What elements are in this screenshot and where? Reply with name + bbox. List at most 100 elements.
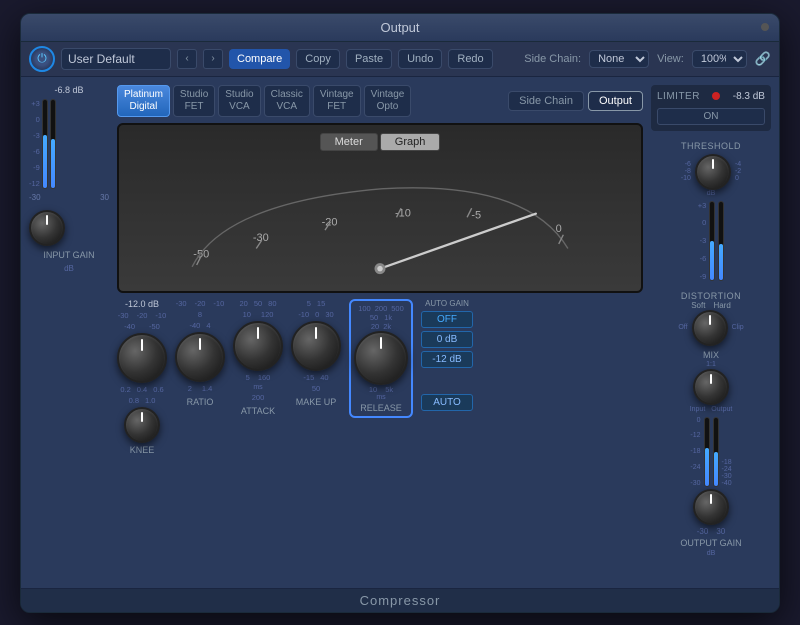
preset-select[interactable]: User Default: [61, 48, 171, 70]
input-scale-left: -30: [29, 193, 41, 202]
dist-hard: Hard: [713, 301, 730, 310]
ratio-scale-top: -30-20-10: [176, 299, 225, 308]
knee-label: KNEE: [130, 445, 155, 455]
copy-button[interactable]: Copy: [296, 49, 340, 69]
makeup-knob[interactable]: [291, 321, 341, 371]
compressor-label: Compressor: [360, 593, 441, 608]
release-scale-top: 100200500: [354, 304, 408, 313]
paste-button[interactable]: Paste: [346, 49, 392, 69]
main-content: -6.8 dB +30-3-6-9-12 -30 30: [21, 77, 779, 588]
input-scale-right: 30: [100, 193, 109, 202]
input-gain-knob[interactable]: [29, 210, 65, 246]
view-select[interactable]: 100%: [692, 50, 747, 68]
toolbar: ⏻ User Default ‹ › Compare Copy Paste Un…: [21, 42, 779, 77]
release-knob[interactable]: [354, 331, 408, 385]
tab-platinum-digital[interactable]: PlatinumDigital: [117, 85, 170, 117]
controls-row: -12.0 dB -30-20-10 -40-50 0.20.40.6 0.81…: [117, 299, 643, 455]
bottom-label: Compressor: [21, 588, 779, 612]
right-fader-1[interactable]: [709, 201, 715, 281]
right-section: LIMITER -8.3 dB ON THRESHOLD -6-8-10 -4-…: [651, 85, 771, 580]
meter-tab-graph[interactable]: Graph: [380, 133, 441, 151]
redo-button[interactable]: Redo: [448, 49, 492, 69]
vu-meter-svg: -50 -30 -20 -10 -5 0: [127, 166, 633, 276]
input-fader-left[interactable]: [42, 99, 48, 189]
threshold-right-knob[interactable]: [695, 154, 731, 190]
input-scale: +30-3-6-9-12: [29, 99, 40, 189]
center-section: PlatinumDigital StudioFET StudioVCA Clas…: [117, 85, 643, 580]
limiter-indicator: [712, 92, 720, 100]
svg-text:-50: -50: [193, 248, 209, 260]
svg-text:-5: -5: [471, 209, 481, 221]
auto-gain-auto-btn[interactable]: AUTO: [421, 394, 473, 411]
preset-tab-row: PlatinumDigital StudioFET StudioVCA Clas…: [117, 85, 643, 117]
input-db-unit: dB: [29, 264, 109, 273]
threshold-control: -12.0 dB -30-20-10 -40-50 0.20.40.6 0.81…: [117, 299, 167, 455]
output-gain-knob[interactable]: [693, 489, 729, 525]
auto-gain-section: AUTO GAIN OFF 0 dB -12 dB AUTO: [421, 299, 473, 411]
right-fader-2[interactable]: [718, 201, 724, 281]
mix-input-label: Input: [690, 406, 706, 413]
knee-knob[interactable]: [124, 407, 160, 443]
attack-scale3: 200: [252, 393, 265, 402]
output-fader-2[interactable]: [713, 417, 719, 487]
attack-control: 205080 10120 5160 ms 200 ATTACK: [233, 299, 283, 416]
threshold-knob[interactable]: [117, 333, 167, 383]
compare-button[interactable]: Compare: [229, 49, 290, 69]
attack-knob[interactable]: [233, 321, 283, 371]
limiter-on-btn[interactable]: ON: [657, 108, 765, 125]
undo-button[interactable]: Undo: [398, 49, 442, 69]
output-scale-left: -30: [697, 527, 709, 536]
release-label: RELEASE: [354, 403, 408, 413]
makeup-scale3: 50: [312, 384, 320, 393]
ratio-control: -30-20-10 8 -404 21.4 RATIO: [175, 299, 225, 407]
input-fader-right[interactable]: [50, 99, 56, 189]
auto-gain-neg12-btn[interactable]: -12 dB: [421, 351, 473, 368]
output-fader-1[interactable]: [704, 417, 710, 487]
threshold-db-label: dB: [651, 190, 771, 197]
tab-classic-vca[interactable]: ClassicVCA: [264, 85, 310, 117]
auto-gain-off-btn[interactable]: OFF: [421, 311, 473, 328]
auto-gain-label: AUTO GAIN: [425, 299, 469, 308]
attack-scale-top: 205080: [239, 299, 276, 308]
release-scale4: 105k: [354, 385, 408, 394]
limiter-header: LIMITER -8.3 dB: [657, 91, 765, 102]
dist-soft: Soft: [691, 301, 705, 310]
output-gain-label: OUTPUT GAIN: [680, 538, 741, 548]
mix-knob[interactable]: [693, 369, 729, 405]
ratio-label: RATIO: [187, 397, 214, 407]
meter-tab-meter[interactable]: Meter: [320, 133, 378, 151]
release-scale3: 202k: [354, 322, 408, 331]
threshold-scale-right: -4-20: [735, 161, 741, 182]
dist-off-label: Off: [678, 324, 687, 331]
nav-forward-button[interactable]: ›: [203, 49, 223, 69]
tab-vintage-fet[interactable]: VintageFET: [313, 85, 361, 117]
mix-section: MIX 1:1 Input Output: [651, 350, 771, 413]
limiter-db: -8.3 dB: [733, 91, 765, 102]
tab-studio-fet[interactable]: StudioFET: [173, 85, 215, 117]
ratio-knob[interactable]: [175, 332, 225, 382]
link-icon[interactable]: 🔗: [755, 51, 771, 67]
minimize-btn[interactable]: [761, 23, 769, 31]
makeup-scale2: -10030: [298, 310, 333, 319]
auto-gain-0db-btn[interactable]: 0 dB: [421, 331, 473, 348]
tab-vintage-opto[interactable]: VintageOpto: [364, 85, 412, 117]
knee-scale: 0.20.40.6: [120, 385, 163, 394]
threshold-knob-row: -6-8-10 -4-20: [651, 154, 771, 190]
power-button[interactable]: ⏻: [29, 46, 55, 72]
output-gain-section: 0-12-18-24-30 -18-24-30-40 -30 30: [651, 417, 771, 557]
input-gain-section: -6.8 dB +30-3-6-9-12 -30 30: [29, 85, 109, 580]
vu-display: Meter Graph -50 -30 -20 -10 -5 0: [117, 123, 643, 293]
release-unit: ms: [354, 394, 408, 401]
mix-labels: Input Output: [690, 406, 733, 413]
release-scale2: 501k: [354, 313, 408, 322]
sidechain-select[interactable]: None: [589, 50, 649, 68]
output-scale-right: -18-24-30-40: [722, 459, 732, 487]
sidechain-btn[interactable]: Side Chain: [508, 91, 584, 111]
right-scale: +30-3-6-9: [698, 201, 707, 281]
tab-studio-vca[interactable]: StudioVCA: [218, 85, 260, 117]
nav-back-button[interactable]: ‹: [177, 49, 197, 69]
input-gain-db: -6.8 dB: [29, 85, 109, 95]
distortion-knob[interactable]: [692, 310, 728, 346]
dist-clip-label: Clip: [732, 324, 744, 331]
output-btn[interactable]: Output: [588, 91, 643, 111]
